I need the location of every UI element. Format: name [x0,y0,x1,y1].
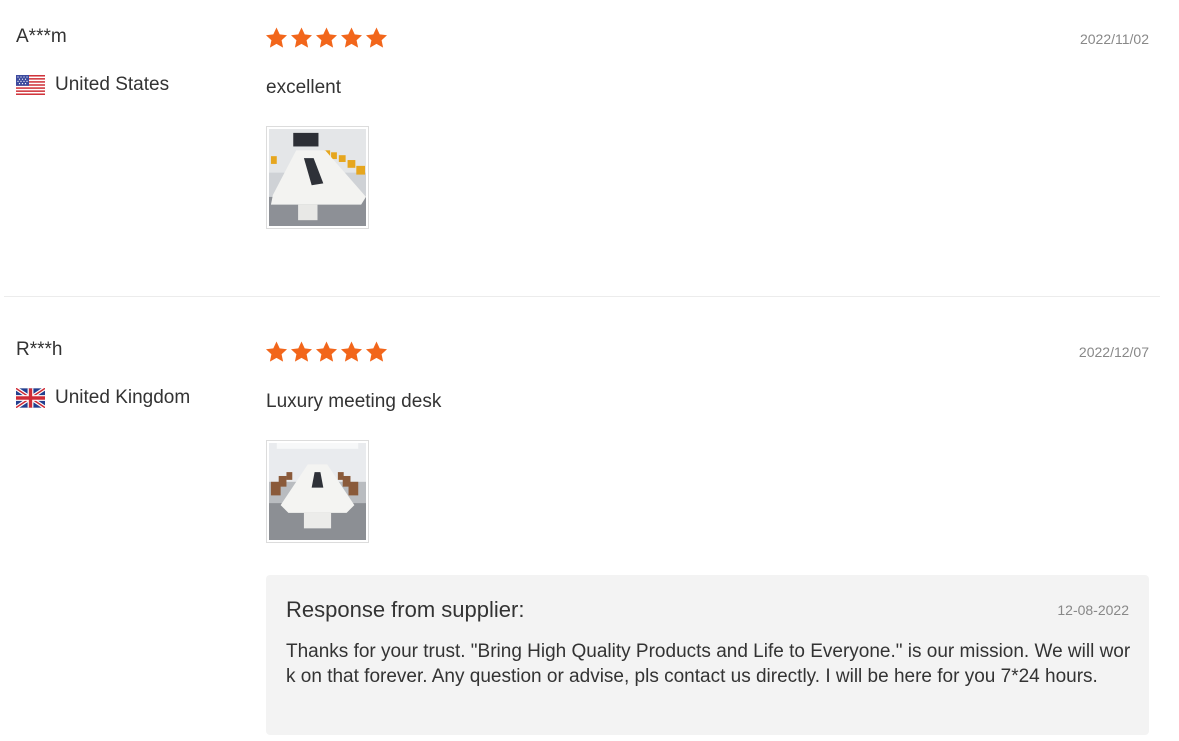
reviewer-country: United Kingdom [16,387,190,409]
star-icon [291,27,312,48]
star-rating [264,340,389,364]
star-icon [291,341,312,362]
star-icon [366,341,387,362]
star-icon [366,27,387,48]
review-photo-thumbnail[interactable] [266,440,369,543]
star-icon [341,27,362,48]
meeting-room-photo [269,443,366,540]
review-date: 2022/12/07 [1078,344,1149,360]
response-text: Thanks for your trust. "Bring High Quali… [286,641,1131,687]
conference-table-photo [269,129,366,226]
reviewer-name: A***m [16,26,67,47]
review-date: 2022/11/02 [1079,31,1149,47]
star-rating [264,26,389,50]
star-icon [266,341,287,362]
supplier-response: Response from supplier: 12-08-2022 Thank… [266,575,1149,735]
star-icon [266,27,287,48]
response-title: Response from supplier: [286,597,525,622]
reviewer-name: R***h [16,339,63,360]
country-label: United Kingdom [55,387,191,408]
star-icon [316,27,337,48]
reviewer-country: United States [16,74,169,96]
review-photo-thumbnail[interactable] [266,126,369,229]
country-label: United States [55,74,170,95]
star-icon [341,341,362,362]
star-icon [316,341,337,362]
review-text: excellent [266,77,341,98]
review-divider [4,296,1160,297]
review-text: Luxury meeting desk [266,391,442,412]
us-flag-icon [16,75,45,95]
uk-flag-icon [16,388,45,408]
response-date: 12-08-2022 [1057,602,1129,618]
